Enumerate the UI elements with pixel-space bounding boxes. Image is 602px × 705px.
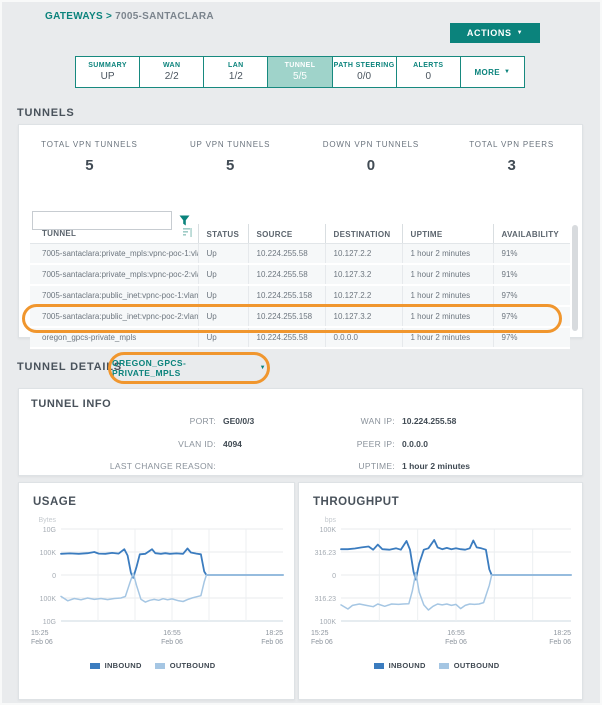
tunnels-table: TUNNELSTATUSSOURCEDESTINATIONUPTIMEAVAIL… (30, 224, 570, 349)
field-vlan-id: VLAN ID:4094 (31, 439, 242, 449)
tab-summary[interactable]: SUMMARY UP (76, 57, 140, 87)
usage-chart: 10G 100K 0 100K 10G Bytes 15:25 Feb 06 16:55 Feb … (23, 515, 291, 657)
column-header-availability[interactable]: AVAILABILITY (493, 224, 570, 244)
svg-text:Feb 06: Feb 06 (31, 639, 53, 646)
stat-total-vpn-peers: TOTAL VPN PEERS 3 (441, 140, 582, 174)
table-row[interactable]: 7005-santaclara:public_inet:vpnc-poc-2:v… (30, 306, 570, 327)
svg-text:100K: 100K (40, 550, 57, 557)
svg-text:18:25: 18:25 (553, 630, 571, 637)
legend-outbound-swatch (439, 663, 449, 669)
breadcrumb-gateways-link[interactable]: GATEWAYS (45, 11, 103, 22)
table-scrollbar[interactable] (572, 225, 578, 331)
tunnel-info-card: TUNNEL INFO PORT:GE0/0/3 VLAN ID:4094 LA… (18, 388, 583, 476)
svg-text:Feb 06: Feb 06 (161, 639, 183, 646)
svg-text:16:55: 16:55 (163, 630, 181, 637)
caret-down-icon: ▼ (260, 365, 266, 371)
field-wan-ip: WAN IP:10.224.255.58 (275, 416, 456, 426)
stat-total-vpn-tunnels: TOTAL VPN TUNNELS 5 (19, 140, 160, 174)
svg-text:16:55: 16:55 (447, 630, 465, 637)
column-header-uptime[interactable]: UPTIME (402, 224, 493, 244)
svg-text:0: 0 (52, 573, 56, 580)
svg-text:100K: 100K (320, 619, 337, 626)
tab-lan[interactable]: LAN 1/2 (204, 57, 268, 87)
tunnel-info-title: TUNNEL INFO (31, 398, 111, 410)
svg-text:100K: 100K (40, 596, 57, 603)
throughput-chart-title: THROUGHPUT (313, 496, 399, 508)
svg-text:Feb 06: Feb 06 (549, 639, 571, 646)
svg-text:10G: 10G (43, 619, 56, 626)
table-row[interactable]: 7005-santaclara:private_mpls:vpnc-poc-2:… (30, 264, 570, 285)
svg-text:Bytes: Bytes (38, 517, 56, 524)
sort-icon[interactable] (183, 228, 192, 239)
stat-up-vpn-tunnels: UP VPN TUNNELS 5 (160, 140, 301, 174)
legend-inbound-swatch (374, 663, 384, 669)
svg-text:18:25: 18:25 (265, 630, 283, 637)
tunnel-details-section-title: TUNNEL DETAILS (17, 361, 122, 373)
tunnels-table-body: 7005-santaclara:private_mpls:vpnc-poc-1:… (30, 244, 570, 349)
table-row[interactable]: oregon_gpcs-private_mplsUp10.224.255.580… (30, 327, 570, 348)
breadcrumb: GATEWAYS>7005-SANTACLARA (45, 11, 214, 22)
column-header-source[interactable]: SOURCE (248, 224, 325, 244)
table-row[interactable]: 7005-santaclara:public_inet:vpnc-poc-1:v… (30, 285, 570, 306)
table-row[interactable]: 7005-santaclara:private_mpls:vpnc-poc-1:… (30, 244, 570, 265)
usage-chart-card: USAGE 10G 100K 0 100K 10G Bytes 15:25 Feb 06 16:… (18, 482, 295, 700)
tunnel-selector-dropdown[interactable]: OREGON_GPCS-PRIVATE_MPLS ▼ (112, 354, 266, 382)
throughput-chart-card: THROUGHPUT 100K 316.23 0 316.23 100K bps 15:25… (298, 482, 583, 700)
tab-alerts[interactable]: ALERTS 0 (397, 57, 461, 87)
breadcrumb-current: 7005-SANTACLARA (115, 11, 214, 22)
caret-down-icon: ▼ (504, 69, 510, 75)
svg-text:0: 0 (332, 573, 336, 580)
svg-text:Feb 06: Feb 06 (311, 639, 333, 646)
tab-more[interactable]: MORE ▼ (461, 57, 524, 87)
svg-text:10G: 10G (43, 527, 56, 534)
field-uptime: UPTIME:1 hour 2 minutes (275, 461, 470, 471)
tunnels-table-header: TUNNELSTATUSSOURCEDESTINATIONUPTIMEAVAIL… (30, 224, 570, 244)
field-port: PORT:GE0/0/3 (31, 416, 254, 426)
column-header-tunnel[interactable]: TUNNEL (30, 224, 198, 244)
stat-down-vpn-tunnels: DOWN VPN TUNNELS 0 (301, 140, 442, 174)
svg-text:100K: 100K (320, 527, 337, 534)
vpn-stats: TOTAL VPN TUNNELS 5 UP VPN TUNNELS 5 DOW… (19, 140, 582, 174)
caret-down-icon: ▼ (517, 30, 524, 36)
svg-text:316.23: 316.23 (315, 550, 337, 557)
usage-chart-legend: INBOUND OUTBOUND (19, 661, 294, 670)
tab-wan[interactable]: WAN 2/2 (140, 57, 204, 87)
svg-text:bps: bps (325, 517, 337, 524)
throughput-chart-legend: INBOUND OUTBOUND (299, 661, 582, 670)
svg-text:Feb 06: Feb 06 (261, 639, 283, 646)
usage-chart-title: USAGE (33, 496, 76, 508)
svg-text:15:25: 15:25 (311, 630, 329, 637)
svg-text:316.23: 316.23 (315, 596, 337, 603)
tab-strip: SUMMARY UP WAN 2/2 LAN 1/2 TUNNEL 5/5 PA… (75, 56, 525, 88)
field-peer-ip: PEER IP:0.0.0.0 (275, 439, 428, 449)
tunnels-card: TOTAL VPN TUNNELS 5 UP VPN TUNNELS 5 DOW… (18, 124, 583, 338)
legend-inbound-swatch (90, 663, 100, 669)
tab-path-steering[interactable]: PATH STEERING 0/0 (333, 57, 397, 87)
throughput-chart: 100K 316.23 0 316.23 100K bps 15:25 Feb 06 16:55… (303, 515, 579, 657)
field-last-change-reason: LAST CHANGE REASON: (31, 461, 223, 471)
actions-button[interactable]: ACTIONS ▼ (450, 23, 540, 43)
column-header-status[interactable]: STATUS (198, 224, 248, 244)
column-header-destination[interactable]: DESTINATION (325, 224, 402, 244)
svg-text:Feb 06: Feb 06 (445, 639, 467, 646)
tab-tunnel[interactable]: TUNNEL 5/5 (268, 57, 332, 87)
svg-text:15:25: 15:25 (31, 630, 49, 637)
legend-outbound-swatch (155, 663, 165, 669)
tunnels-section-title: TUNNELS (17, 107, 75, 119)
breadcrumb-separator: > (106, 11, 112, 22)
